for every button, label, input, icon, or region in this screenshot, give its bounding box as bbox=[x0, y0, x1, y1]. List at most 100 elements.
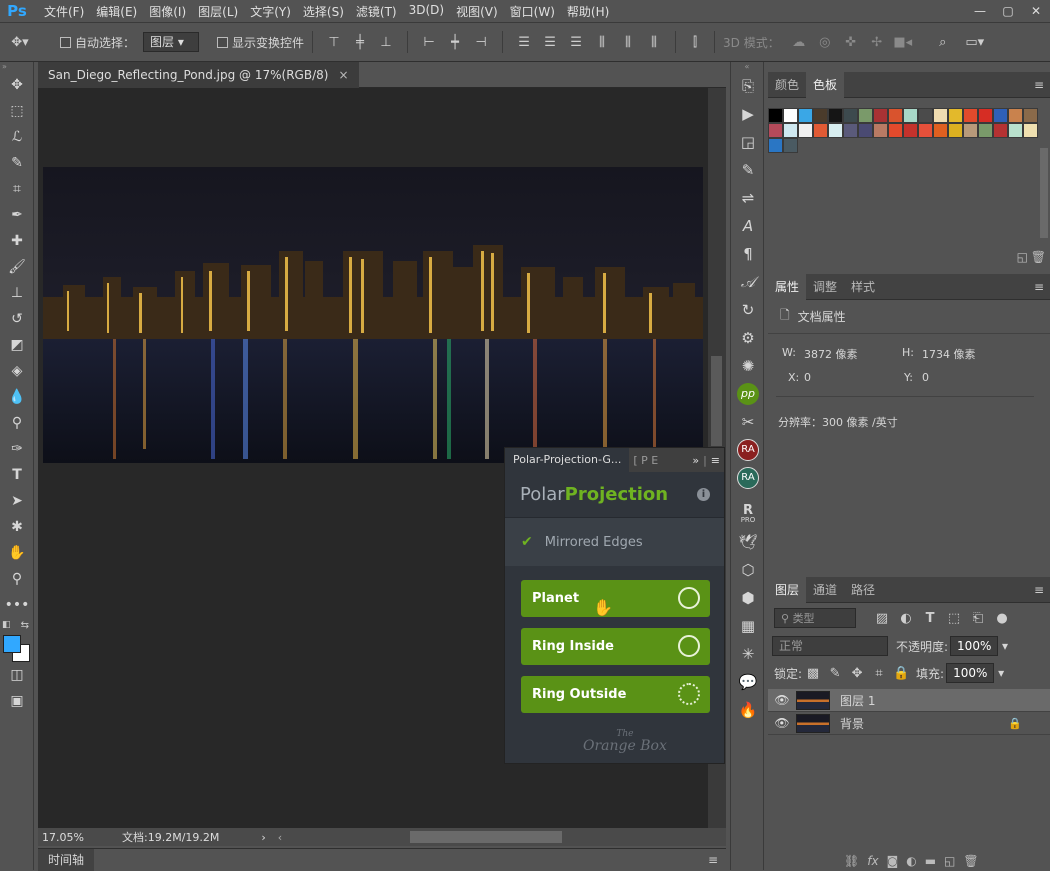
brush-presets-icon[interactable]: ✎ bbox=[731, 156, 765, 184]
planet-button[interactable]: Planet bbox=[521, 580, 710, 617]
ra-plugin-red-icon[interactable]: RA bbox=[731, 436, 765, 464]
tab-channels[interactable]: 通道 bbox=[806, 577, 844, 603]
default-colors-icon[interactable]: ◧ bbox=[2, 620, 11, 630]
tab-layers[interactable]: 图层 bbox=[768, 576, 807, 603]
retouch-pro-icon[interactable]: R PRO bbox=[731, 500, 765, 528]
close-window-button[interactable]: ✕ bbox=[1022, 4, 1050, 18]
color-swatch[interactable] bbox=[813, 108, 828, 123]
auto-select-dropdown[interactable]: 图层 ▾ bbox=[143, 32, 200, 52]
paragraph-panel-icon[interactable]: ¶ bbox=[731, 240, 765, 268]
color-swatch[interactable] bbox=[858, 123, 873, 138]
bird-plugin-icon[interactable]: 🕊 bbox=[731, 528, 765, 556]
screen-mode-icon[interactable]: ▣ bbox=[0, 688, 34, 714]
swatches-panel-icon[interactable]: ◲ bbox=[731, 128, 765, 156]
auto-select-checkbox[interactable]: 自动选择： bbox=[60, 34, 135, 51]
zoom-tool-icon[interactable]: ⚲ bbox=[0, 566, 34, 592]
rotate-plugin-icon[interactable]: ↻ bbox=[731, 296, 765, 324]
color-swatch[interactable] bbox=[828, 123, 843, 138]
color-swatch[interactable] bbox=[1008, 123, 1023, 138]
color-swatch[interactable] bbox=[933, 123, 948, 138]
opacity-field[interactable]: 100% bbox=[950, 636, 999, 656]
timeline-menu-icon[interactable]: ≡ bbox=[708, 853, 718, 867]
color-swatch[interactable] bbox=[783, 123, 798, 138]
roll-3d-icon[interactable]: ◎ bbox=[812, 35, 838, 50]
color-swatch[interactable] bbox=[828, 108, 843, 123]
healing-brush-tool-icon[interactable]: ✚ bbox=[0, 228, 34, 254]
distribute-left-icon[interactable]: ⫼ bbox=[589, 35, 615, 50]
menu-item[interactable]: 图像(I) bbox=[143, 3, 192, 20]
hscroll-left-arrow[interactable]: ‹ bbox=[278, 831, 282, 844]
menu-item[interactable]: 选择(S) bbox=[297, 3, 350, 20]
swatches-scrollbar[interactable] bbox=[1040, 148, 1048, 238]
lock-artboard-icon[interactable]: ⌗ bbox=[868, 666, 890, 681]
workspace-icon[interactable]: ▭▾ bbox=[960, 35, 990, 50]
hand-tool-icon[interactable]: ✋ bbox=[0, 540, 34, 566]
delete-layer-icon[interactable]: 🗑 bbox=[963, 854, 978, 868]
lock-position-icon[interactable]: ✥ bbox=[846, 666, 868, 681]
add-mask-icon[interactable]: ◙ bbox=[887, 854, 899, 868]
x-value[interactable]: 0 bbox=[804, 371, 811, 384]
color-swatch[interactable] bbox=[783, 108, 798, 123]
color-swatch[interactable] bbox=[768, 123, 783, 138]
search-icon[interactable]: ⌕ bbox=[926, 35, 960, 50]
path-select-tool-icon[interactable]: ➤ bbox=[0, 488, 34, 514]
brush-tool-icon[interactable]: 🖌 bbox=[0, 254, 34, 280]
lasso-tool-icon[interactable]: ℒ bbox=[0, 124, 34, 150]
3d-cube-icon[interactable]: ⬢ bbox=[731, 584, 765, 612]
eyedropper-tool-icon[interactable]: ✒ bbox=[0, 202, 34, 228]
distribute-right-icon[interactable]: ⫼ bbox=[641, 35, 667, 50]
quick-mask-icon[interactable]: ◫ bbox=[0, 662, 34, 688]
color-swatch[interactable] bbox=[993, 123, 1008, 138]
filter-adjust-icon[interactable]: ◐ bbox=[894, 611, 918, 626]
color-swatch[interactable] bbox=[918, 123, 933, 138]
align-top-icon[interactable]: ⊤ bbox=[321, 35, 347, 50]
menu-item[interactable]: 文字(Y) bbox=[244, 3, 297, 20]
layer-filter-dropdown[interactable]: ⚲ 类型 bbox=[774, 608, 856, 628]
lock-transparent-icon[interactable]: ▩ bbox=[802, 666, 824, 681]
comment-plugin-icon[interactable]: 💬 bbox=[731, 668, 765, 696]
more-tools-icon[interactable]: ••• bbox=[0, 592, 34, 618]
filter-toggle-icon[interactable]: ● bbox=[990, 611, 1014, 626]
color-swatch[interactable] bbox=[993, 108, 1008, 123]
layer-row[interactable]: 👁 背景 🔒 bbox=[768, 712, 1050, 735]
ra-plugin-green-icon[interactable]: RA bbox=[731, 464, 765, 492]
info-icon[interactable]: i bbox=[697, 488, 710, 501]
eraser-tool-icon[interactable]: ◩ bbox=[0, 332, 34, 358]
tab-paths[interactable]: 路径 bbox=[844, 577, 882, 603]
minimize-button[interactable]: — bbox=[966, 4, 994, 18]
color-swatch[interactable] bbox=[813, 123, 828, 138]
grid-plugin-icon[interactable]: ▦ bbox=[731, 612, 765, 640]
lock-pixels-icon[interactable]: ✎ bbox=[824, 666, 846, 681]
menu-item[interactable]: 帮助(H) bbox=[561, 3, 615, 20]
move-tool-icon[interactable]: ✥ bbox=[0, 72, 34, 98]
color-swatch[interactable] bbox=[903, 123, 918, 138]
swap-colors-icon[interactable]: ⇆ bbox=[21, 620, 29, 631]
color-swatch[interactable] bbox=[858, 108, 873, 123]
link-layers-icon[interactable]: ⛓ bbox=[844, 854, 859, 868]
polar-projection-icon[interactable]: pp bbox=[731, 380, 765, 408]
filter-shape-icon[interactable]: ⬚ bbox=[942, 611, 966, 626]
new-swatch-icon[interactable]: ◱ bbox=[1017, 250, 1028, 264]
distribute-top-icon[interactable]: ☰ bbox=[511, 35, 537, 50]
color-swatch[interactable] bbox=[918, 108, 933, 123]
layer-name[interactable]: 图层 1 bbox=[840, 692, 875, 709]
blur-tool-icon[interactable]: 💧 bbox=[0, 384, 34, 410]
history-panel-icon[interactable]: ⎘ bbox=[731, 72, 765, 100]
aperture-plugin-icon[interactable]: ✺ bbox=[731, 352, 765, 380]
paint-bucket-tool-icon[interactable]: ◈ bbox=[0, 358, 34, 384]
color-swatch[interactable] bbox=[978, 108, 993, 123]
menu-item[interactable]: 滤镜(T) bbox=[350, 3, 403, 20]
color-swatch[interactable] bbox=[798, 123, 813, 138]
status-menu-arrow[interactable]: › bbox=[261, 831, 265, 844]
filter-smart-icon[interactable]: ⎗ bbox=[966, 611, 990, 626]
height-value[interactable]: 1734 像素 bbox=[922, 346, 976, 362]
color-swatch[interactable] bbox=[843, 123, 858, 138]
layer-row[interactable]: 👁 图层 1 bbox=[768, 689, 1050, 712]
tab-styles[interactable]: 样式 bbox=[844, 274, 882, 300]
color-swatch[interactable] bbox=[873, 108, 888, 123]
properties-menu-icon[interactable]: ≡ bbox=[1034, 280, 1050, 294]
auto-align-icon[interactable]: ⫿ bbox=[684, 35, 706, 50]
tab-color[interactable]: 颜色 bbox=[768, 72, 806, 98]
y-value[interactable]: 0 bbox=[922, 371, 929, 384]
color-swatch[interactable] bbox=[948, 123, 963, 138]
